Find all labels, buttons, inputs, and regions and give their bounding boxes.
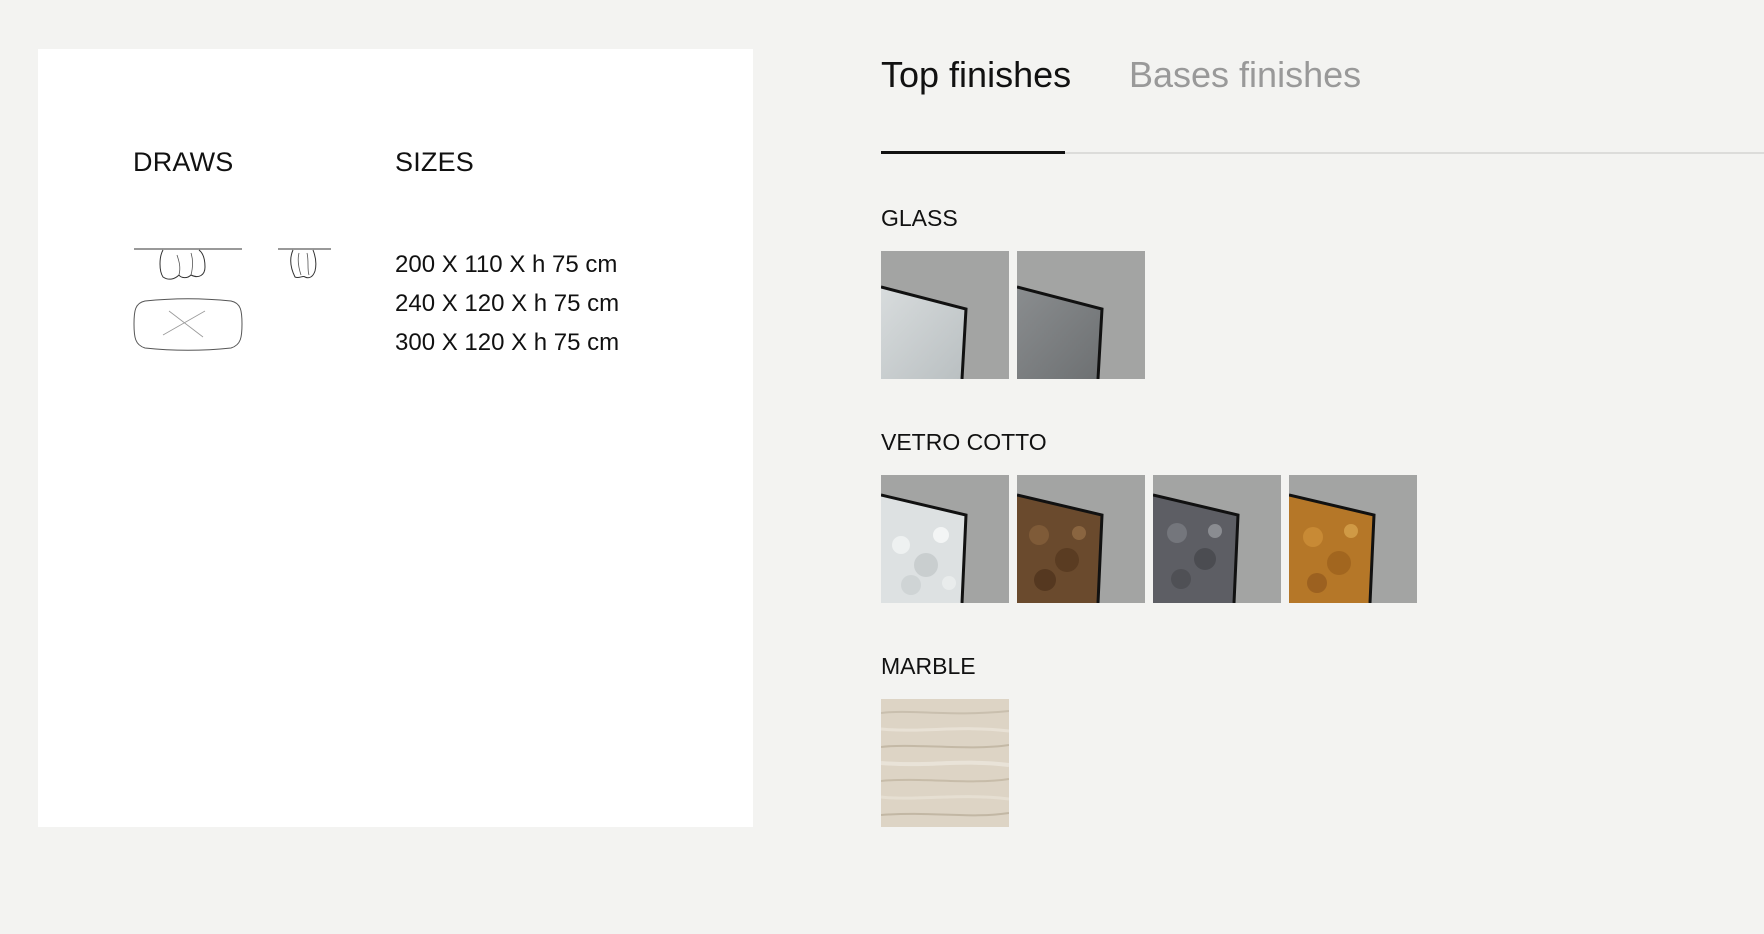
swatch-vetro-cotto-grey[interactable] [1153, 475, 1281, 603]
vetro-cotto-swatches [881, 475, 1417, 603]
size-item: 300 X 120 X h 75 cm [395, 329, 620, 356]
size-item: 200 X 110 X h 75 cm [395, 251, 618, 278]
section-label-marble: MARBLE [881, 653, 976, 679]
plan-view-drawing [133, 298, 243, 351]
sizes-list: 200 X 110 X h 75 cm 240 X 120 X h 75 cm … [395, 245, 619, 362]
finishes-tabs: Top finishes Bases finishes [881, 50, 1764, 156]
specs-card: DRAWS SIZES 200 X 110 X h 75 cm 240 X 12… [38, 49, 753, 827]
front-view-drawing [134, 248, 242, 280]
section-label-glass: GLASS [881, 205, 958, 231]
swatch-marble-travertine[interactable] [881, 699, 1009, 827]
side-view-drawing [278, 248, 331, 279]
sizes-heading: SIZES [395, 147, 475, 177]
swatch-vetro-cotto-white[interactable] [881, 475, 1009, 603]
swatch-glass-clear[interactable] [881, 251, 1009, 379]
glass-swatches [881, 251, 1145, 379]
tab-top-finishes[interactable]: Top finishes [881, 54, 1071, 96]
page: DRAWS SIZES 200 X 110 X h 75 cm 240 X 12… [0, 0, 1764, 934]
draws-heading: DRAWS [133, 147, 234, 177]
tab-bases-finishes[interactable]: Bases finishes [1129, 54, 1361, 96]
size-item: 240 X 120 X h 75 cm [395, 290, 620, 317]
section-label-vetro-cotto: VETRO COTTO [881, 429, 1047, 455]
swatch-vetro-cotto-amber[interactable] [1289, 475, 1417, 603]
swatch-vetro-cotto-bronze[interactable] [1017, 475, 1145, 603]
active-tab-indicator [881, 151, 1065, 154]
marble-swatches [881, 699, 1009, 827]
swatch-glass-smoked[interactable] [1017, 251, 1145, 379]
